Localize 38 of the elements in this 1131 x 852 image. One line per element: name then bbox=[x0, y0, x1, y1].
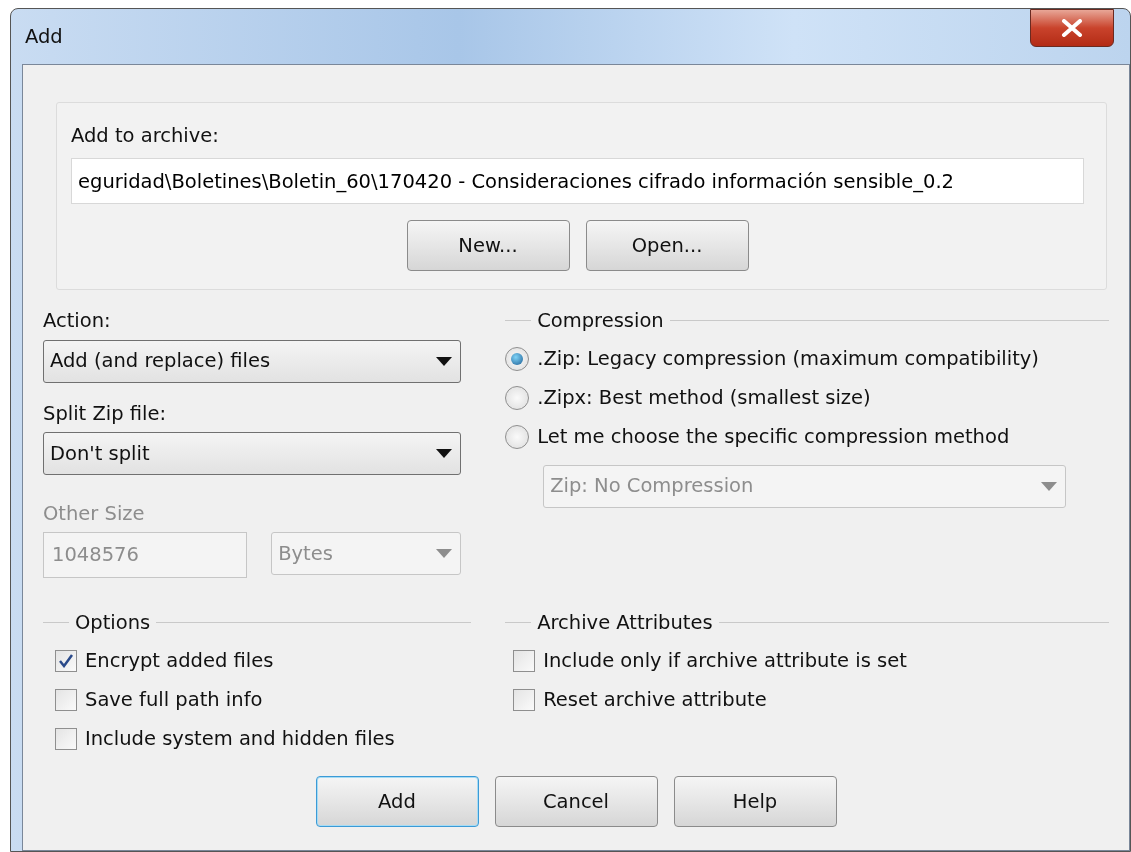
radio-button[interactable] bbox=[505, 386, 530, 410]
field-label: Add to archive: bbox=[71, 123, 220, 149]
button[interactable]: Add bbox=[315, 776, 479, 828]
radio-label: .Zipx: Best method (smallest size) bbox=[537, 385, 871, 412]
window-title: Add bbox=[25, 23, 63, 50]
checkbox-label: Include system and hidden files bbox=[85, 726, 395, 753]
caret-icon bbox=[1041, 481, 1058, 491]
checkbox-label: Include only if archive attribute is set bbox=[543, 648, 907, 675]
group-title: Archive Attributes bbox=[537, 610, 713, 636]
field-label: Action: bbox=[43, 308, 112, 335]
archive-path-field[interactable]: eguridad\Boletines\Boletin_60\170420 - Consideraciones cifrado información sensible_0.2 bbox=[71, 158, 1084, 205]
checkbox-label: Reset archive attribute bbox=[543, 687, 767, 714]
group-title: Compression bbox=[537, 308, 664, 335]
radio-button[interactable] bbox=[505, 425, 530, 449]
group-title: Options bbox=[75, 610, 151, 636]
button[interactable]: New... bbox=[406, 220, 570, 272]
close-icon bbox=[1060, 18, 1084, 37]
close-button[interactable] bbox=[1030, 8, 1114, 47]
caret-icon bbox=[436, 448, 453, 458]
radio-label: Let me choose the specific compression method bbox=[537, 424, 1010, 451]
caret-icon bbox=[436, 356, 453, 366]
checkbox[interactable] bbox=[513, 688, 536, 711]
radio-button[interactable] bbox=[505, 347, 530, 371]
radio-label: .Zip: Legacy compression (maximum compatibility) bbox=[537, 346, 1039, 373]
checkbox[interactable] bbox=[55, 727, 77, 750]
field-label: Split Zip file: bbox=[43, 400, 168, 427]
caret-icon bbox=[436, 549, 453, 558]
button[interactable]: Open... bbox=[585, 220, 749, 272]
checkbox-label: Encrypt added files bbox=[85, 648, 274, 675]
checkbox[interactable] bbox=[55, 688, 77, 711]
checkbox-label: Save full path info bbox=[85, 687, 263, 714]
button[interactable]: Help bbox=[673, 776, 837, 828]
checkbox[interactable] bbox=[55, 649, 77, 672]
button[interactable]: Cancel bbox=[494, 776, 658, 828]
checkbox[interactable] bbox=[513, 649, 536, 672]
action-dropdown[interactable]: Add (and replace) files bbox=[43, 339, 462, 383]
field-label: Other Size bbox=[43, 500, 146, 527]
split-dropdown[interactable]: Don't split bbox=[43, 431, 462, 475]
